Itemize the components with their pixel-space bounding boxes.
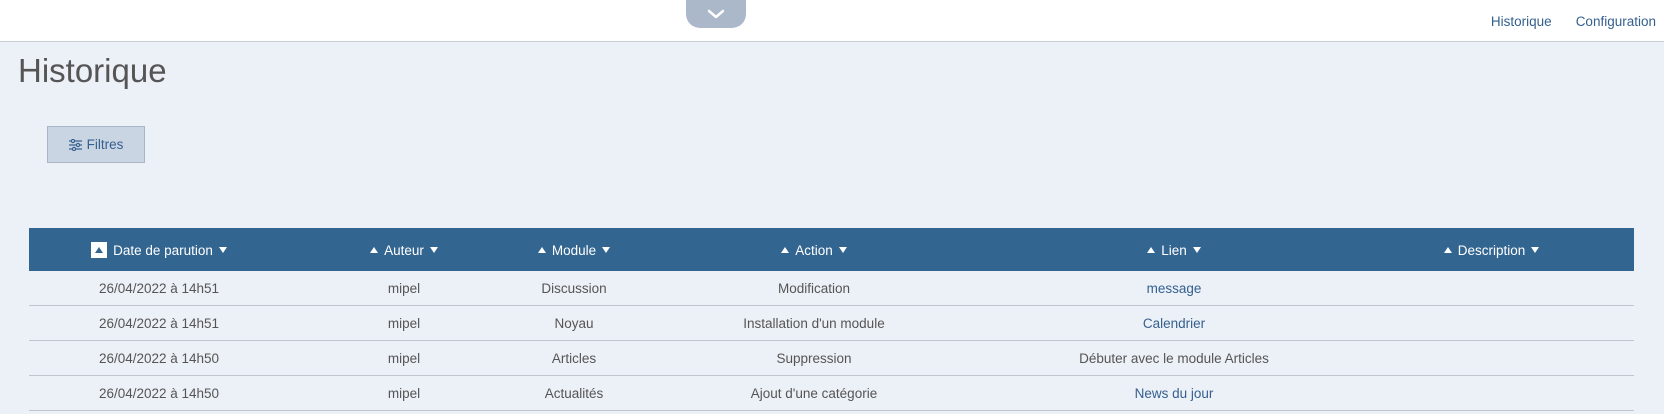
cell-date: 26/04/2022 à 14h50 (29, 375, 289, 411)
cell-author: mipel (289, 271, 519, 306)
sort-descending-icon[interactable] (1192, 247, 1201, 254)
sort-descending-icon[interactable] (838, 247, 847, 254)
column-header-action[interactable]: Action (629, 228, 999, 271)
row-link[interactable]: News du jour (1135, 386, 1214, 401)
cell-link: News du jour (999, 375, 1349, 411)
sort-descending-icon[interactable] (602, 247, 611, 254)
cell-link: Débuter avec le module Articles (999, 340, 1349, 376)
table-row: 26/04/2022 à 14h50 mipel Actualités Ajou… (29, 375, 1634, 411)
column-header-link[interactable]: Lien (999, 228, 1349, 271)
top-nav: Historique Configuration (1467, 0, 1656, 42)
cell-description (1349, 305, 1634, 341)
sort-ascending-icon[interactable] (537, 247, 546, 254)
cell-action: Ajout d'une catégorie (629, 375, 999, 411)
sort-ascending-icon[interactable] (1443, 247, 1452, 254)
table-row: 26/04/2022 à 14h51 mipel Noyau Installat… (29, 305, 1634, 341)
column-header-module[interactable]: Module (519, 228, 629, 271)
column-header-description[interactable]: Description (1349, 228, 1634, 271)
cell-description (1349, 340, 1634, 376)
cell-author: mipel (289, 375, 519, 411)
column-header-label: Lien (1161, 242, 1187, 258)
table-header-row: Date de parution Auteur Module Action Li… (29, 228, 1634, 271)
sort-ascending-icon[interactable] (370, 247, 379, 254)
cell-author: mipel (289, 305, 519, 341)
cell-module: Noyau (519, 305, 629, 341)
filters-button[interactable]: Filtres (47, 126, 145, 163)
chevron-down-icon (707, 9, 725, 19)
sort-ascending-icon[interactable] (781, 247, 790, 254)
column-header-date[interactable]: Date de parution (29, 228, 289, 271)
cell-action: Modification (629, 271, 999, 306)
history-table: Date de parution Auteur Module Action Li… (29, 228, 1634, 411)
column-header-label: Module (551, 242, 597, 258)
table-row: 26/04/2022 à 14h51 mipel Discussion Modi… (29, 271, 1634, 306)
cell-date: 26/04/2022 à 14h51 (29, 271, 289, 306)
cell-module: Discussion (519, 271, 629, 306)
column-header-author[interactable]: Auteur (289, 228, 519, 271)
cell-module: Actualités (519, 375, 629, 411)
page-title: Historique (18, 52, 167, 89)
cell-date: 26/04/2022 à 14h51 (29, 305, 289, 341)
sort-descending-icon[interactable] (1531, 247, 1540, 254)
menu-toggle-button[interactable] (686, 0, 746, 28)
cell-action: Suppression (629, 340, 999, 376)
cell-description (1349, 375, 1634, 411)
filters-button-label: Filtres (86, 137, 124, 152)
sort-descending-icon[interactable] (429, 247, 438, 254)
cell-link: message (999, 271, 1349, 306)
column-header-label: Description (1457, 242, 1526, 258)
column-header-label: Date de parution (113, 242, 213, 258)
nav-link-configuration[interactable]: Configuration (1576, 14, 1656, 29)
row-link[interactable]: Calendrier (1143, 316, 1205, 331)
cell-action: Installation d'un module (629, 305, 999, 341)
sliders-icon (68, 138, 82, 151)
top-bar: Historique Configuration (0, 0, 1664, 42)
cell-description (1349, 271, 1634, 306)
sort-descending-icon[interactable] (218, 247, 227, 253)
cell-module: Articles (519, 340, 629, 376)
row-link[interactable]: message (1147, 281, 1202, 296)
cell-date: 26/04/2022 à 14h50 (29, 340, 289, 376)
sort-ascending-icon[interactable] (91, 242, 108, 258)
sort-ascending-icon[interactable] (1147, 247, 1156, 254)
nav-link-history[interactable]: Historique (1491, 14, 1552, 29)
column-header-label: Auteur (384, 242, 424, 258)
column-header-label: Action (795, 242, 833, 258)
cell-author: mipel (289, 340, 519, 376)
table-row: 26/04/2022 à 14h50 mipel Articles Suppre… (29, 340, 1634, 376)
cell-link: Calendrier (999, 305, 1349, 341)
